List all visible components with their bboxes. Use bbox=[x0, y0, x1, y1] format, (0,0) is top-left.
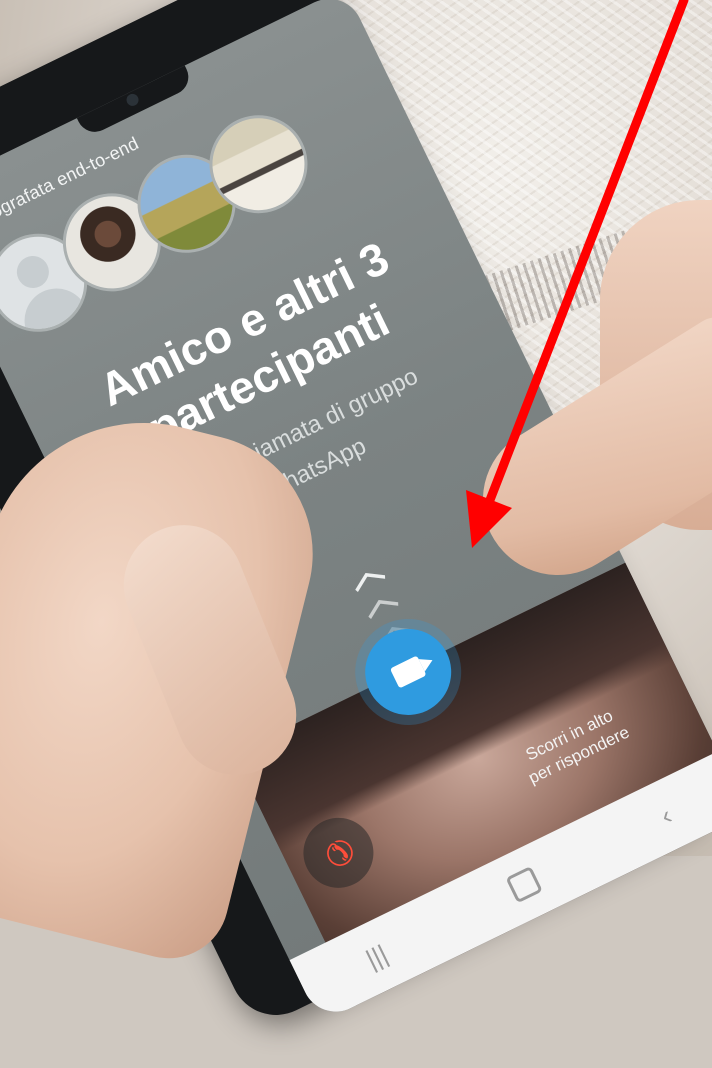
video-camera-icon bbox=[389, 655, 427, 689]
phone-hangup-icon: ✆ bbox=[315, 833, 362, 873]
recents-icon[interactable]: ||| bbox=[361, 938, 393, 975]
back-chevron-icon[interactable]: ‹ bbox=[655, 800, 676, 832]
avatar-head bbox=[11, 250, 55, 294]
front-camera bbox=[124, 91, 141, 108]
avatar-torso bbox=[13, 277, 94, 349]
phone-notch bbox=[75, 61, 195, 138]
home-square-icon[interactable] bbox=[505, 865, 543, 904]
